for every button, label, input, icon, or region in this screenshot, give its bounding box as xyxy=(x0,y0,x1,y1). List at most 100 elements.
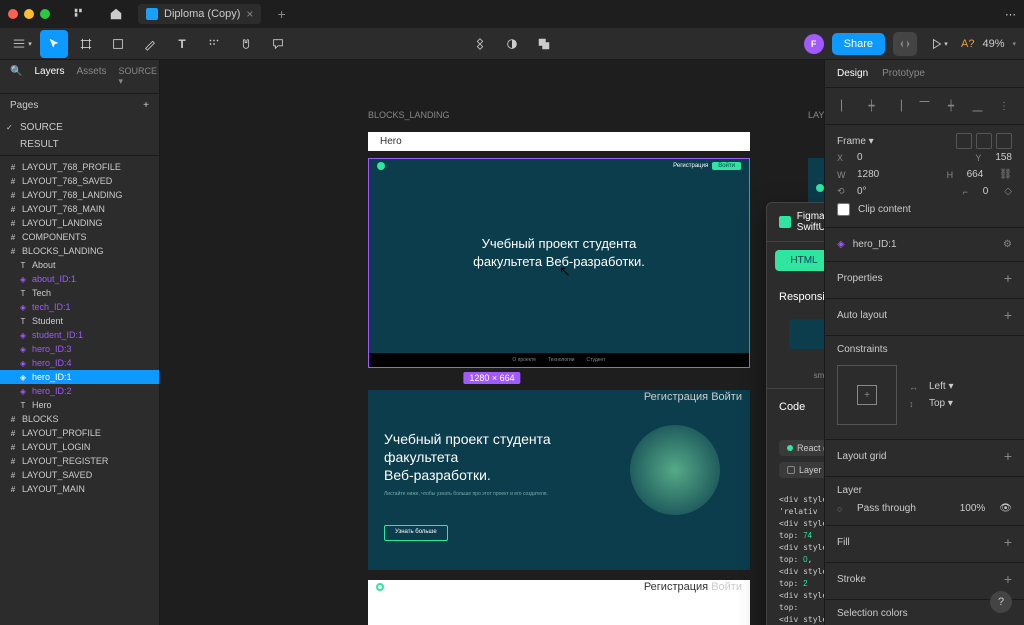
boolean-tool[interactable] xyxy=(530,30,558,58)
layer-item[interactable]: ◈about_ID:1 xyxy=(0,272,159,286)
code-output[interactable]: <div style={{width: 1280, height: 664, p… xyxy=(767,486,824,625)
instance-name[interactable]: hero_ID:1 xyxy=(853,239,897,250)
h-input[interactable]: 664 xyxy=(967,169,984,180)
add-page-icon[interactable]: + xyxy=(143,100,149,111)
warning-badge[interactable]: A? xyxy=(961,38,974,50)
react-option[interactable]: React (JSX) xyxy=(779,440,824,456)
close-tab-icon[interactable]: × xyxy=(246,8,253,20)
align-center-v-icon[interactable]: ┿ xyxy=(943,98,959,114)
layer-item[interactable]: ◈hero_ID:1 xyxy=(0,370,159,384)
maximize-window[interactable] xyxy=(40,9,50,19)
y-input[interactable]: 158 xyxy=(995,152,1012,163)
layer-item[interactable]: #LAYOUT_LANDING xyxy=(0,216,159,230)
assets-tab[interactable]: Assets xyxy=(76,66,106,87)
align-right-icon[interactable]: ▕ xyxy=(890,98,906,114)
layer-item[interactable]: #COMPONENTS xyxy=(0,230,159,244)
text-tool[interactable]: T xyxy=(168,30,196,58)
pen-tool[interactable] xyxy=(136,30,164,58)
minimize-window[interactable] xyxy=(24,9,34,19)
layer-item[interactable]: #LAYOUT_768_SAVED xyxy=(0,174,159,188)
w-input[interactable]: 1280 xyxy=(857,169,879,180)
layer-item[interactable]: ◈hero_ID:4 xyxy=(0,356,159,370)
add-property-icon[interactable]: + xyxy=(1004,270,1012,286)
page-item[interactable]: RESULT xyxy=(0,136,159,153)
layer-item[interactable]: #LAYOUT_768_PROFILE xyxy=(0,160,159,174)
corner-detail-icon[interactable]: ◇ xyxy=(1004,186,1012,197)
layer-item[interactable]: TTech xyxy=(0,286,159,300)
radius-input[interactable]: 0 xyxy=(983,186,989,197)
mask-tool[interactable] xyxy=(498,30,526,58)
add-fill-icon[interactable]: + xyxy=(1004,534,1012,550)
add-grid-icon[interactable]: + xyxy=(1004,448,1012,464)
hero-frame-2[interactable]: Регистрация Войти Учебный проект студент… xyxy=(368,390,750,570)
align-top-icon[interactable]: ⎺ xyxy=(917,98,933,114)
layer-item[interactable]: ◈tech_ID:1 xyxy=(0,300,159,314)
prototype-tab[interactable]: Prototype xyxy=(882,68,925,79)
frame-label[interactable]: LAYOUT_LANDING xyxy=(808,110,824,120)
close-window[interactable] xyxy=(8,9,18,19)
constraint-h[interactable]: Left ▾ xyxy=(929,381,954,392)
clip-content-checkbox[interactable] xyxy=(837,203,850,216)
resources-tool[interactable] xyxy=(200,30,228,58)
preview-sm[interactable] xyxy=(789,319,824,349)
constraint-v[interactable]: Top ▾ xyxy=(929,398,953,409)
frame-label[interactable]: Frame ▾ xyxy=(837,136,874,147)
zoom-level[interactable]: 49% xyxy=(982,38,1004,50)
resize-fixed-icon[interactable] xyxy=(996,133,1012,149)
opacity-input[interactable]: 100% xyxy=(960,503,986,514)
layer-item[interactable]: #BLOCKS_LANDING xyxy=(0,244,159,258)
add-stroke-icon[interactable]: + xyxy=(1004,571,1012,587)
layer-item[interactable]: #LAYOUT_SAVED xyxy=(0,468,159,482)
search-icon[interactable]: 🔍 xyxy=(10,66,22,87)
frame-label[interactable]: BLOCKS_LANDING xyxy=(368,110,450,120)
distribute-icon[interactable]: ⋮ xyxy=(996,98,1012,114)
x-input[interactable]: 0 xyxy=(857,152,863,163)
main-menu[interactable]: ▾ xyxy=(8,30,36,58)
new-tab[interactable]: + xyxy=(269,4,293,24)
rotation-input[interactable]: 0° xyxy=(857,186,867,197)
visibility-icon[interactable]: 👁 xyxy=(999,503,1012,514)
hand-tool[interactable] xyxy=(232,30,260,58)
html-tab[interactable]: HTML xyxy=(775,250,824,271)
layer-item[interactable]: #LAYOUT_REGISTER xyxy=(0,454,159,468)
layer-item[interactable]: THero xyxy=(0,398,159,412)
layer-item[interactable]: #LAYOUT_MAIN xyxy=(0,482,159,496)
constraints-widget[interactable]: + xyxy=(837,365,897,425)
layer-item[interactable]: #BLOCKS xyxy=(0,412,159,426)
layers-tab[interactable]: Layers xyxy=(34,66,64,87)
layer-item[interactable]: #LAYOUT_768_LANDING xyxy=(0,188,159,202)
layer-item[interactable]: #LAYOUT_LOGIN xyxy=(0,440,159,454)
canvas[interactable]: BLOCKS_LANDING LAYOUT_LANDING Hero Регис… xyxy=(160,60,824,625)
layer-item[interactable]: ◈hero_ID:3 xyxy=(0,342,159,356)
hero-frame-selected[interactable]: Регистрация Войти Учебный проект студент… xyxy=(368,158,750,368)
frame-tool[interactable] xyxy=(72,30,100,58)
add-autolayout-icon[interactable]: + xyxy=(1004,307,1012,323)
align-center-h-icon[interactable]: ┿ xyxy=(864,98,880,114)
layer-item[interactable]: TAbout xyxy=(0,258,159,272)
move-tool[interactable] xyxy=(40,30,68,58)
blend-mode[interactable]: Pass through xyxy=(857,503,916,514)
align-left-icon[interactable]: ▏ xyxy=(837,98,853,114)
resize-fit-icon[interactable] xyxy=(956,133,972,149)
instance-options-icon[interactable]: ⚙ xyxy=(1003,239,1012,250)
shape-tool[interactable] xyxy=(104,30,132,58)
devmode-toggle[interactable] xyxy=(893,32,917,56)
layer-item[interactable]: ◈student_ID:1 xyxy=(0,328,159,342)
file-tab[interactable]: Diploma (Copy) × xyxy=(138,4,261,24)
layer-item[interactable]: #LAYOUT_PROFILE xyxy=(0,426,159,440)
page-selector[interactable]: SOURCE ▾ xyxy=(118,66,157,87)
hero-frame-3[interactable]: Регистрация Войти xyxy=(368,580,750,625)
resize-fill-icon[interactable] xyxy=(976,133,992,149)
page-item[interactable]: SOURCE xyxy=(0,119,159,136)
layer-names-option[interactable]: Layer Names xyxy=(779,462,824,478)
link-wh-icon[interactable]: ⛓ xyxy=(999,169,1012,180)
layer-item[interactable]: #LAYOUT_768_MAIN xyxy=(0,202,159,216)
figma-menu[interactable] xyxy=(66,0,94,28)
comment-tool[interactable] xyxy=(264,30,292,58)
user-avatar[interactable]: F xyxy=(804,34,824,54)
share-button[interactable]: Share xyxy=(832,33,885,55)
more-icon[interactable]: ⋯ xyxy=(1005,8,1016,21)
present-button[interactable]: ▾ xyxy=(925,30,953,58)
help-button[interactable]: ? xyxy=(990,591,1012,613)
align-bottom-icon[interactable]: ⎽ xyxy=(970,98,986,114)
